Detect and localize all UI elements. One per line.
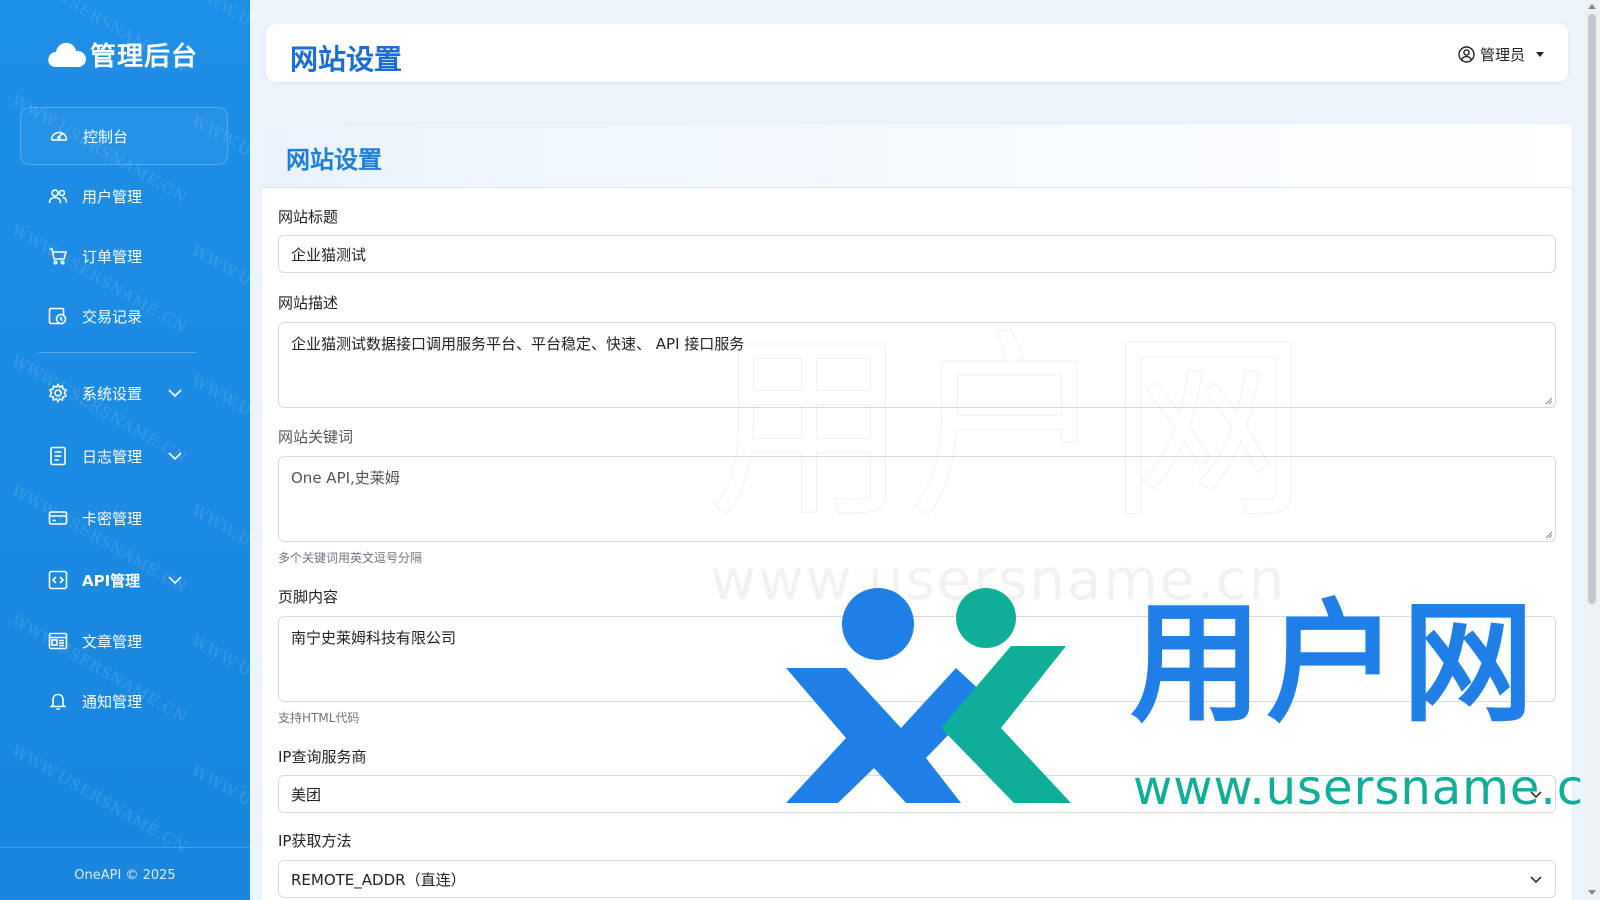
- brand[interactable]: 管理后台: [46, 34, 198, 74]
- chevron-down-icon: [168, 389, 182, 398]
- ip-method-label: IP获取方法: [278, 832, 352, 850]
- page-scrollbar[interactable]: [1584, 0, 1600, 900]
- ip-provider-value: 美团: [291, 785, 322, 804]
- sidebar-item-label: 系统设置: [82, 384, 143, 403]
- scrollbar-thumb[interactable]: [1588, 14, 1596, 604]
- sidebar-item-articles[interactable]: 文章管理: [20, 612, 228, 670]
- sidebar-item-label: API管理: [82, 571, 141, 590]
- footer-content-value: 南宁史莱姆科技有限公司: [291, 629, 457, 647]
- sidebar-item-cards[interactable]: 卡密管理: [20, 489, 228, 547]
- sidebar: WWW.USERSNAME.CN WWW.USERSNAME.CN WWW.USER…: [0, 0, 250, 900]
- sidebar-item-label: 通知管理: [82, 692, 143, 711]
- user-name: 管理员: [1479, 46, 1525, 64]
- ip-provider-select[interactable]: 美团: [278, 775, 1556, 813]
- sidebar-item-notifications[interactable]: 通知管理: [20, 672, 228, 730]
- gear-icon: [48, 383, 68, 403]
- sidebar-item-transactions[interactable]: 交易记录: [20, 287, 228, 345]
- sidebar-item-label: 用户管理: [82, 187, 143, 206]
- brand-title: 管理后台: [90, 41, 199, 72]
- site-keywords-textarea[interactable]: One API,史莱姆: [278, 456, 1556, 542]
- sidebar-item-api[interactable]: API管理: [20, 551, 228, 609]
- ip-method-value: REMOTE_ADDR（直连）: [291, 870, 466, 889]
- chevron-down-icon: [1530, 876, 1542, 884]
- chevron-down-icon: [1530, 791, 1542, 799]
- cart-icon: [49, 248, 68, 265]
- sidebar-watermark-text: WWW.USERSNAME.CN: [188, 761, 250, 877]
- chevron-down-icon: [168, 576, 182, 585]
- card-title: 网站设置: [286, 146, 382, 174]
- sidebar-item-label: 文章管理: [82, 632, 143, 651]
- sidebar-item-users[interactable]: 用户管理: [20, 167, 228, 225]
- log-icon: [50, 446, 66, 466]
- site-title-value: 企业猫测试: [291, 245, 367, 264]
- copyright: OneAPI © 2025: [74, 868, 176, 883]
- cloud-icon: [48, 42, 86, 67]
- ip-provider-label: IP查询服务商: [278, 748, 367, 766]
- sidebar-footer-divider: [0, 847, 250, 848]
- bell-icon: [49, 693, 67, 711]
- topbar: 网站设置 管理员: [266, 24, 1568, 82]
- sidebar-item-label: 卡密管理: [82, 509, 143, 528]
- chevron-down-icon: [168, 452, 182, 461]
- card-icon: [48, 511, 68, 525]
- sidebar-item-logs[interactable]: 日志管理: [20, 427, 228, 485]
- user-circle-icon: [1458, 46, 1475, 63]
- sidebar-item-dashboard[interactable]: 控制台: [20, 107, 228, 165]
- resize-handle-icon[interactable]: [1545, 531, 1553, 539]
- resize-handle-icon[interactable]: [1545, 397, 1553, 405]
- sidebar-item-orders[interactable]: 订单管理: [20, 227, 228, 285]
- site-keywords-label: 网站关键词: [278, 428, 354, 446]
- transaction-icon: [48, 307, 67, 325]
- sidebar-item-system-settings[interactable]: 系统设置: [20, 364, 228, 422]
- site-keywords-value: One API,史莱姆: [291, 469, 400, 487]
- footer-content-textarea[interactable]: 南宁史莱姆科技有限公司: [278, 616, 1556, 702]
- card-header: 网站设置: [262, 124, 1572, 188]
- users-icon: [48, 189, 68, 204]
- sidebar-divider: [38, 352, 196, 353]
- code-icon: [48, 570, 68, 590]
- sidebar-item-label: 交易记录: [82, 307, 143, 326]
- user-menu[interactable]: 管理员: [1458, 44, 1544, 65]
- sidebar-item-label: 日志管理: [82, 447, 143, 466]
- caret-down-icon: [1536, 52, 1544, 57]
- sidebar-item-label: 控制台: [83, 127, 129, 146]
- sidebar-item-label: 订单管理: [82, 247, 143, 266]
- site-description-textarea[interactable]: 企业猫测试数据接口调用服务平台、平台稳定、快速、 API 接口服务: [278, 322, 1556, 408]
- dashboard-icon: [50, 131, 68, 141]
- article-icon: [48, 632, 68, 650]
- site-description-value: 企业猫测试数据接口调用服务平台、平台稳定、快速、 API 接口服务: [291, 335, 745, 353]
- scroll-up-arrow-icon[interactable]: [1588, 4, 1596, 9]
- settings-card: 网站设置 网站标题 企业猫测试 网站描述 企业猫测试数据接口调用服务平台、平台稳…: [262, 124, 1572, 900]
- sidebar-watermark-text: WWW.USERSNAME.CN: [8, 741, 191, 857]
- site-title-input[interactable]: 企业猫测试: [278, 235, 1556, 273]
- ip-method-select[interactable]: REMOTE_ADDR（直连）: [278, 860, 1556, 898]
- page-title: 网站设置: [290, 43, 403, 76]
- scroll-down-arrow-icon[interactable]: [1588, 890, 1596, 895]
- sidebar-watermark-text: WWW.USERSNAME.CN: [188, 0, 250, 97]
- site-title-label: 网站标题: [278, 208, 339, 226]
- site-description-label: 网站描述: [278, 294, 339, 312]
- site-keywords-help: 多个关键词用英文逗号分隔: [278, 551, 423, 565]
- footer-content-help: 支持HTML代码: [278, 711, 360, 725]
- footer-content-label: 页脚内容: [278, 588, 339, 606]
